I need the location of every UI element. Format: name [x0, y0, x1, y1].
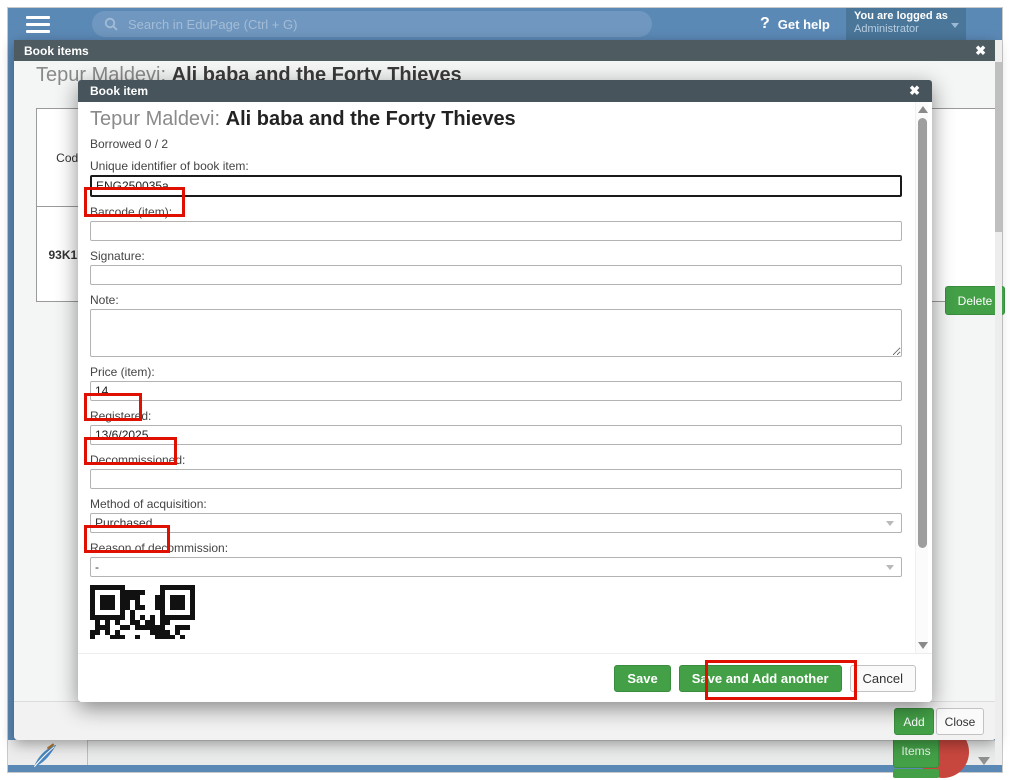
chevron-down-icon: [886, 521, 894, 526]
decommissioned-input[interactable]: [90, 469, 902, 489]
identifier-input[interactable]: [90, 175, 902, 197]
edupage-quill-icon: [30, 741, 60, 771]
save-and-add-another-button[interactable]: Save and Add another: [679, 665, 842, 692]
field-label-identifier: Unique identifier of book item:: [90, 159, 250, 173]
modal-book-author: Tepur Maldevi:: [90, 108, 226, 130]
book-items-dialog-footer: Add Close: [14, 701, 996, 740]
cancel-button[interactable]: Cancel: [850, 665, 916, 692]
get-help-label: Get help: [778, 17, 830, 32]
save-button[interactable]: Save: [614, 665, 670, 692]
modal-book-heading: Tepur Maldevi: Ali baba and the Forty Th…: [90, 108, 892, 131]
field-label-barcode: Barcode (item):: [90, 205, 892, 219]
book-item-modal-footer: Save Save and Add another Cancel: [78, 653, 932, 702]
field-label-method: Method of acquisition:: [90, 497, 892, 511]
chevron-down-icon: [886, 565, 894, 570]
method-selected-value: Purchased: [95, 516, 152, 530]
field-label-note: Note:: [90, 293, 892, 307]
book-item-modal-title: Book item: [90, 84, 148, 98]
top-app-bar: ? Get help You are logged as Administrat…: [8, 8, 1002, 40]
reason-selected-value: -: [95, 560, 99, 574]
chevron-down-icon: [951, 23, 959, 28]
barcode-input[interactable]: [90, 221, 902, 241]
scroll-up-icon[interactable]: [918, 106, 928, 113]
price-input[interactable]: [90, 381, 902, 401]
close-icon[interactable]: ✖: [909, 83, 920, 99]
scroll-down-icon[interactable]: [918, 642, 928, 649]
field-label-price: Price (item):: [90, 365, 892, 379]
book-item-form: Tepur Maldevi: Ali baba and the Forty Th…: [78, 102, 904, 653]
get-help-button[interactable]: ? Get help: [760, 8, 830, 40]
dialog-scrollbar[interactable]: [995, 40, 1002, 765]
modal-scrollbar[interactable]: [915, 102, 928, 653]
note-textarea[interactable]: [90, 309, 902, 357]
qr-code: [90, 585, 197, 639]
book-item-modal-header: Book item ✖: [78, 80, 932, 102]
page-bottom-strip: [8, 740, 996, 765]
registered-input[interactable]: [90, 425, 902, 445]
hamburger-menu-icon[interactable]: [26, 16, 50, 33]
global-search[interactable]: [92, 11, 652, 37]
reason-of-decommission-select[interactable]: -: [90, 557, 902, 577]
search-input[interactable]: [128, 17, 608, 32]
field-label-registered: Registered:: [90, 409, 892, 423]
borrowed-status: Borrowed 0 / 2: [90, 137, 892, 151]
items-button-partial: [893, 769, 939, 778]
book-item-modal: Book item ✖ Tepur Maldevi: Ali baba and …: [78, 80, 932, 702]
dialog-scrollbar-thumb[interactable]: [995, 62, 1002, 232]
book-items-dialog-title: Book items: [24, 44, 89, 58]
signature-input[interactable]: [90, 265, 902, 285]
modal-scrollbar-thumb[interactable]: [918, 118, 927, 548]
field-label-decommissioned: Decommissioned:: [90, 453, 892, 467]
logged-role: Administrator: [854, 23, 958, 35]
help-icon: ?: [760, 15, 770, 33]
field-label-reason: Reason of decommission:: [90, 541, 892, 555]
logged-in-user-menu[interactable]: You are logged as Administrator: [846, 8, 966, 40]
add-button[interactable]: Add: [894, 708, 934, 735]
scroll-down-icon[interactable]: [978, 757, 990, 765]
close-icon[interactable]: ✖: [975, 43, 986, 59]
modal-book-title: Ali baba and the Forty Thieves: [226, 108, 516, 130]
logged-as-label: You are logged as: [854, 10, 958, 22]
close-button[interactable]: Close: [936, 708, 984, 735]
method-of-acquisition-select[interactable]: Purchased: [90, 513, 902, 533]
book-items-dialog-header: Book items ✖: [14, 40, 996, 61]
search-icon: [104, 17, 118, 31]
field-label-signature: Signature:: [90, 249, 892, 263]
